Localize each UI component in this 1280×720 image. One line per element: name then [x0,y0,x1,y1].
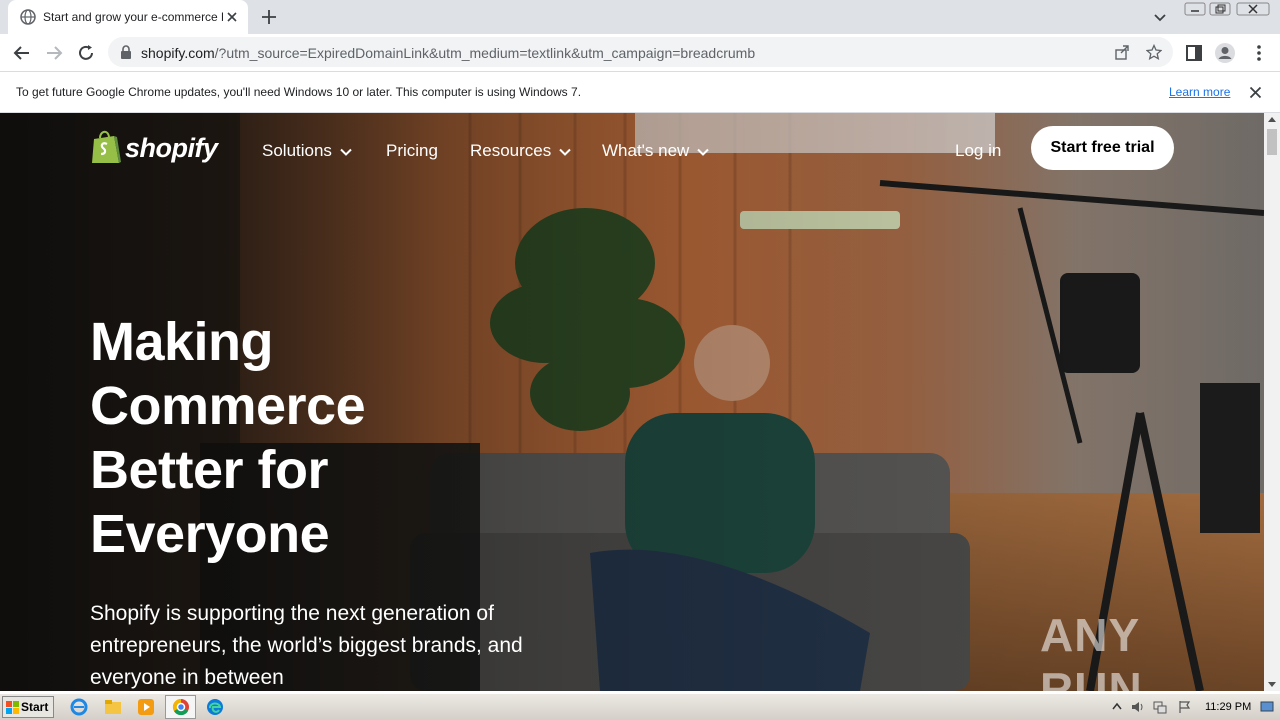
side-panel-icon[interactable] [1183,42,1205,64]
anyrun-watermark: ANY RUN [1040,608,1235,691]
hero-title-line: Making [90,312,274,372]
hero-subtitle: Shopify is supporting the next generatio… [90,602,523,689]
tray-chevron-up-icon[interactable] [1110,700,1124,714]
login-link[interactable]: Log in [955,141,1001,161]
hero-title-line: Everyone [90,504,330,564]
chevron-down-icon[interactable] [1152,9,1168,25]
globe-icon [20,9,36,25]
nav-solutions[interactable]: Solutions [262,141,352,161]
watermark-text: ANY RUN [1040,609,1143,691]
browser-toolbar: shopify.com/?utm_source=ExpiredDomainLin… [0,34,1280,71]
tab-strip: Start and grow your e-commerce bu [0,0,1280,34]
scroll-up-arrow-icon[interactable] [1268,117,1276,122]
url-text: shopify.com/?utm_source=ExpiredDomainLin… [141,45,755,61]
start-free-trial-button[interactable]: Start free trial [1031,126,1174,170]
hero-title-line: Commerce [90,376,366,436]
minimize-button[interactable] [1184,2,1206,16]
start-label: Start [21,700,49,714]
nav-pricing-label: Pricing [386,141,438,160]
nav-resources-label: Resources [470,141,552,160]
internet-explorer-icon[interactable] [70,698,88,716]
share-icon[interactable] [1114,44,1130,60]
lock-icon[interactable] [120,45,132,59]
nav-pricing[interactable]: Pricing [386,141,438,161]
chevron-down-icon [340,148,352,156]
media-player-icon[interactable] [137,698,155,716]
hero-title-line: Better for [90,440,329,500]
login-label: Log in [955,141,1002,160]
infobar-message: To get future Google Chrome updates, you… [16,85,582,99]
address-bar[interactable]: shopify.com/?utm_source=ExpiredDomainLin… [108,37,1173,67]
site-header: shopify Solutions Pricing Resources What… [0,113,1264,188]
page-viewport: shopify Solutions Pricing Resources What… [0,113,1264,691]
nav-resources[interactable]: Resources [470,141,571,161]
back-icon[interactable] [11,42,33,64]
scrollbar-thumb[interactable] [1267,129,1277,155]
network-icon[interactable] [1153,700,1167,714]
start-button[interactable]: Start [2,696,54,718]
chrome-icon[interactable] [172,698,190,716]
shopify-wordmark[interactable]: shopify [125,133,218,164]
browser-tab[interactable]: Start and grow your e-commerce bu [8,0,248,34]
edge-icon[interactable] [206,698,224,716]
more-menu-icon[interactable] [1248,42,1270,64]
taskbar-clock[interactable]: 11:29 PM [1205,701,1251,713]
scroll-down-arrow-icon[interactable] [1268,682,1276,687]
restore-button[interactable] [1209,2,1231,16]
chevron-down-icon [559,148,571,156]
url-path: /?utm_source=ExpiredDomainLink&utm_mediu… [214,45,756,61]
close-window-button[interactable] [1236,2,1270,16]
nav-whats-new[interactable]: What's new [602,141,710,161]
learn-more-link[interactable]: Learn more [1169,85,1230,99]
show-desktop-icon[interactable] [1260,700,1274,714]
tab-title: Start and grow your e-commerce bu [43,10,223,24]
update-infobar: To get future Google Chrome updates, you… [0,71,1280,113]
new-tab-icon[interactable] [260,8,278,26]
nav-whats-new-label: What's new [602,141,690,160]
chevron-down-icon [697,148,710,156]
windows-flag-icon [6,701,19,714]
reload-icon[interactable] [75,42,97,64]
volume-icon[interactable] [1130,700,1144,714]
action-center-flag-icon[interactable] [1178,700,1192,714]
profile-avatar-icon[interactable] [1214,42,1236,64]
windows-taskbar: Start 11:29 PM [0,693,1280,720]
hero-title: Making Commerce Better for Everyone [90,310,510,566]
close-tab-icon[interactable] [224,9,240,25]
forward-icon[interactable] [43,42,65,64]
shopify-bag-logo-icon[interactable] [90,129,122,165]
bookmark-star-icon[interactable] [1146,44,1162,60]
file-explorer-icon[interactable] [104,698,122,716]
vertical-scrollbar[interactable] [1264,113,1280,691]
close-infobar-icon[interactable] [1249,86,1262,99]
url-host: shopify.com [141,45,215,61]
nav-solutions-label: Solutions [262,141,332,160]
